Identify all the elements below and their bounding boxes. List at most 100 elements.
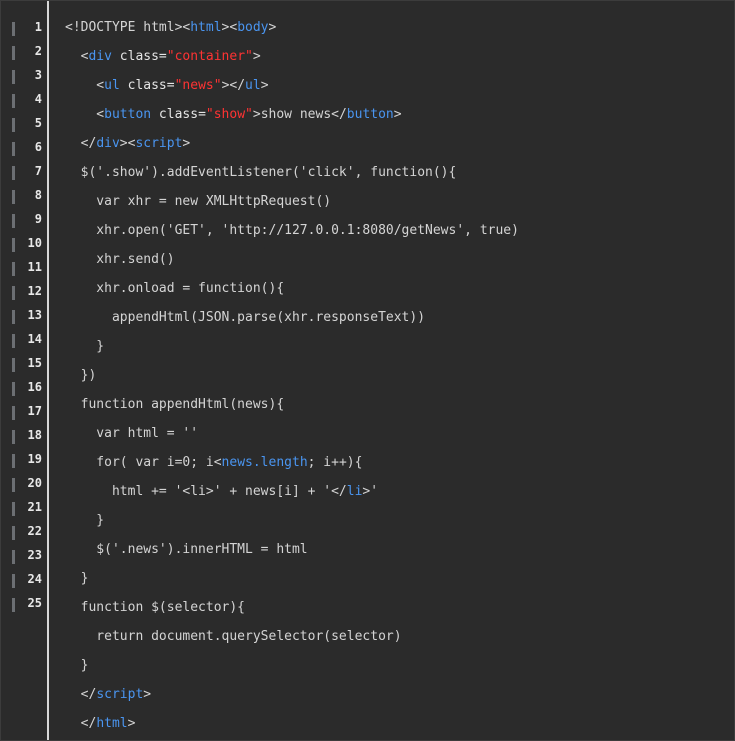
line-marker: [12, 598, 15, 612]
code-line: </div><script>: [65, 129, 734, 158]
line-number: 15: [1, 351, 47, 375]
line-marker: [12, 358, 15, 372]
code-token: >: [268, 20, 277, 35]
line-number-label: 9: [34, 212, 42, 226]
line-marker: [12, 190, 15, 204]
code-token: ; i++){: [307, 455, 363, 470]
line-number-label: 14: [27, 332, 42, 346]
code-token: >: [127, 716, 136, 731]
line-number: 18: [1, 423, 47, 447]
code-token: class=: [111, 49, 167, 64]
code-token: >': [362, 484, 379, 499]
line-number: 22: [1, 519, 47, 543]
line-number-label: 17: [27, 404, 42, 418]
gutter-divider: [47, 1, 49, 740]
code-line: }: [65, 506, 734, 535]
line-number: 13: [1, 303, 47, 327]
line-marker: [12, 142, 15, 156]
code-line: <!DOCTYPE html><html><body>: [65, 13, 734, 42]
line-number: 11: [1, 255, 47, 279]
code-line: <div class="container">: [65, 42, 734, 71]
code-token: function appendHtml(news){: [65, 397, 285, 412]
code-line: xhr.open('GET', 'http://127.0.0.1:8080/g…: [65, 216, 734, 245]
code-token: $('.news').innerHTML = html: [65, 542, 308, 557]
code-token: appendHtml(JSON.parse(xhr.responseText)): [65, 310, 426, 325]
line-number: 24: [1, 567, 47, 591]
code-token: </: [65, 136, 97, 151]
code-token: >: [182, 136, 191, 151]
code-line: html += '<li>' + news[i] + '</li>': [65, 477, 734, 506]
code-token: </: [65, 687, 97, 702]
code-token: ></: [221, 78, 246, 93]
code-token: "show": [205, 107, 253, 122]
code-token: for( var i=0; i<: [65, 455, 222, 470]
code-area[interactable]: <!DOCTYPE html><html><body> <div class="…: [65, 13, 734, 738]
code-token: <: [65, 107, 105, 122]
code-token: html: [190, 20, 222, 35]
line-number-label: 8: [34, 188, 42, 202]
line-number: 1: [1, 15, 47, 39]
code-line: for( var i=0; i<news.length; i++){: [65, 448, 734, 477]
code-token: body: [237, 20, 269, 35]
line-number: 3: [1, 63, 47, 87]
code-token: }: [65, 513, 105, 528]
line-number-label: 1: [34, 20, 42, 34]
code-token: ><: [221, 20, 238, 35]
line-marker: [12, 550, 15, 564]
line-number-label: 18: [27, 428, 42, 442]
code-token: div: [88, 49, 112, 64]
code-token: <!DOCTYPE html>: [65, 20, 183, 35]
code-token: class=: [119, 78, 175, 93]
code-token: ul: [245, 78, 261, 93]
code-token: >: [143, 687, 152, 702]
code-line: xhr.send(): [65, 245, 734, 274]
code-line: function $(selector){: [65, 593, 734, 622]
code-token: >: [393, 107, 402, 122]
line-marker: [12, 166, 15, 180]
line-number-label: 6: [34, 140, 42, 154]
line-number-label: 25: [27, 596, 42, 610]
line-number: 14: [1, 327, 47, 351]
code-token: class=: [151, 107, 206, 122]
line-marker: [12, 526, 15, 540]
code-token: ><: [119, 136, 136, 151]
line-marker: [12, 70, 15, 84]
line-marker: [12, 382, 15, 396]
code-token: xhr.send(): [65, 252, 175, 267]
code-token: script: [96, 687, 144, 702]
line-number: 17: [1, 399, 47, 423]
code-line: function appendHtml(news){: [65, 390, 734, 419]
code-token: ul: [104, 78, 120, 93]
line-number-label: 2: [34, 44, 42, 58]
line-number-label: 16: [27, 380, 42, 394]
line-number: 12: [1, 279, 47, 303]
line-number-label: 20: [27, 476, 42, 490]
code-token: }: [65, 571, 89, 586]
line-number-gutter: 1 2 3 4 5 6 7 8 9 10 11 12 13 14 15 16 17 18 19 20 21 22 23 24 2…: [1, 1, 47, 740]
code-token: }: [65, 658, 89, 673]
line-number-label: 11: [27, 260, 42, 274]
code-editor[interactable]: 1 2 3 4 5 6 7 8 9 10 11 12 13 14 15 16 17 18 19 20 21 22 23 24 2…: [0, 0, 735, 741]
code-line: var html = '': [65, 419, 734, 448]
line-number-label: 22: [27, 524, 42, 538]
code-token: html: [96, 716, 128, 731]
code-line: }): [65, 361, 734, 390]
line-marker: [12, 238, 15, 252]
code-line: }: [65, 564, 734, 593]
line-number-label: 15: [27, 356, 42, 370]
code-token: button: [104, 107, 152, 122]
code-token: html += '<li>' + news[i] + '</: [65, 484, 347, 499]
code-token: }): [65, 368, 97, 383]
line-marker: [12, 430, 15, 444]
code-line: var xhr = new XMLHttpRequest(): [65, 187, 734, 216]
line-number: 20: [1, 471, 47, 495]
code-token: >show news</: [252, 107, 347, 122]
line-marker: [12, 478, 15, 492]
code-line: </html>: [65, 709, 734, 738]
line-number-label: 5: [34, 116, 42, 130]
code-line: return document.querySelector(selector): [65, 622, 734, 651]
line-marker: [12, 502, 15, 516]
line-number-label: 12: [27, 284, 42, 298]
code-line: appendHtml(JSON.parse(xhr.responseText)): [65, 303, 734, 332]
line-marker: [12, 454, 15, 468]
